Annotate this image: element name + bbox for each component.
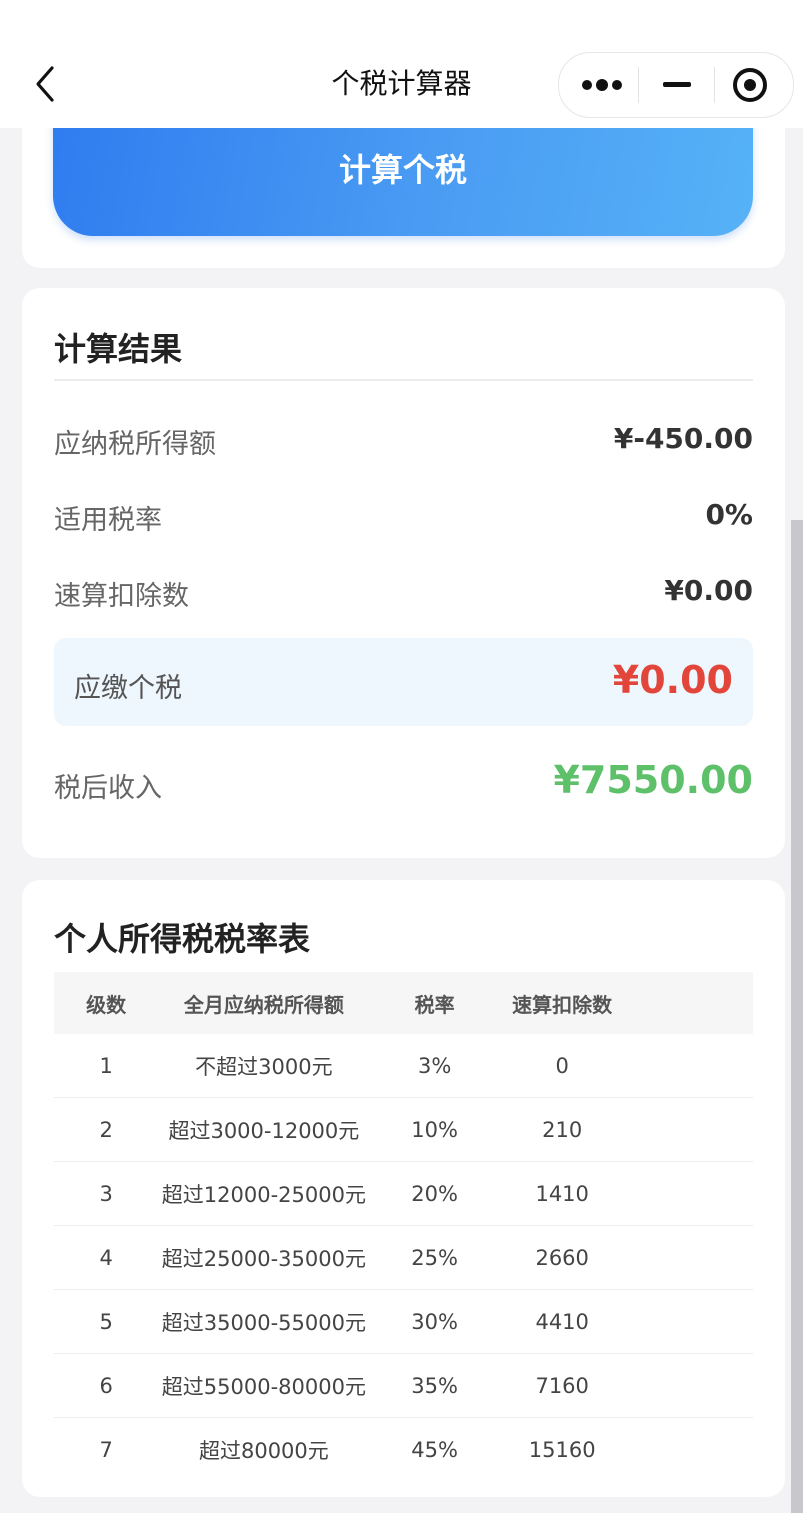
header-rate: 税率 bbox=[369, 972, 500, 1034]
cell-empty bbox=[624, 1225, 753, 1290]
rate-table-card: 个人所得税税率表 级数 全月应纳税所得额 税率 速算扣除数 1 不超过3000元… bbox=[22, 880, 785, 1497]
table-header-row: 级数 全月应纳税所得额 税率 速算扣除数 bbox=[54, 972, 753, 1034]
cell-range: 不超过3000元 bbox=[158, 1034, 370, 1098]
table-row: 2 超过3000-12000元 10% 210 bbox=[54, 1097, 753, 1162]
tax-rate-label: 适用税率 bbox=[54, 505, 162, 536]
table-row: 1 不超过3000元 3% 0 bbox=[54, 1034, 753, 1098]
mini-program-capsule bbox=[558, 52, 794, 118]
more-dots-icon bbox=[582, 79, 622, 91]
rate-table-title: 个人所得税税率表 bbox=[54, 920, 311, 958]
header-empty bbox=[624, 972, 753, 1034]
header-income-range: 全月应纳税所得额 bbox=[158, 972, 370, 1034]
header-level: 级数 bbox=[54, 972, 159, 1034]
quick-deduction-label: 速算扣除数 bbox=[54, 581, 189, 612]
tax-due-value: ¥0.00 bbox=[612, 658, 733, 702]
minimize-button[interactable] bbox=[639, 53, 717, 117]
cell-range: 超过35000-55000元 bbox=[158, 1289, 370, 1354]
header-deduction: 速算扣除数 bbox=[499, 972, 625, 1034]
table-row: 6 超过55000-80000元 35% 7160 bbox=[54, 1353, 753, 1418]
tax-due-label: 应缴个税 bbox=[74, 673, 182, 704]
cell-level: 7 bbox=[99, 1437, 113, 1462]
cell-rate: 10% bbox=[369, 1097, 500, 1162]
table-row: 4 超过25000-35000元 25% 2660 bbox=[54, 1225, 753, 1290]
cell-deduction: 0 bbox=[499, 1034, 625, 1098]
net-income-value: ¥7550.00 bbox=[553, 758, 753, 802]
cell-empty bbox=[625, 1418, 753, 1482]
cell-range: 超过25000-35000元 bbox=[158, 1225, 370, 1290]
cell-rate: 25% bbox=[369, 1225, 500, 1290]
cell-level: 3 bbox=[54, 1161, 159, 1226]
close-miniprogram-button[interactable] bbox=[715, 53, 793, 117]
taxable-income-label: 应纳税所得额 bbox=[54, 429, 216, 460]
quick-deduction-value: ¥0.00 bbox=[664, 574, 753, 607]
cell-rate: 30% bbox=[369, 1289, 500, 1354]
cell-rate: 3% bbox=[369, 1034, 500, 1098]
cell-level: 5 bbox=[54, 1289, 159, 1354]
net-income-label: 税后收入 bbox=[54, 773, 162, 804]
cell-level: 1 bbox=[54, 1034, 159, 1098]
table-row: 3 超过12000-25000元 20% 1410 bbox=[54, 1161, 753, 1226]
result-divider bbox=[54, 379, 753, 381]
table-row: 5 超过35000-55000元 30% 4410 bbox=[54, 1289, 753, 1354]
cell-range: 超过55000-80000元 bbox=[158, 1353, 370, 1418]
cell-level: 2 bbox=[54, 1097, 159, 1162]
cell-range: 超过12000-25000元 bbox=[158, 1161, 370, 1226]
more-button[interactable] bbox=[559, 53, 637, 117]
cell-range: 超过80000元 bbox=[198, 1438, 329, 1463]
tax-rate-value: 0% bbox=[705, 498, 753, 531]
minimize-icon bbox=[663, 82, 691, 87]
cell-level: 4 bbox=[54, 1225, 159, 1290]
cell-empty bbox=[624, 1097, 753, 1162]
tax-rate-table: 级数 全月应纳税所得额 税率 速算扣除数 1 不超过3000元 3% 0 2 超… bbox=[54, 972, 753, 1481]
cell-empty bbox=[624, 1289, 753, 1354]
app-root: 个税计算器 计算个税 计算结果 应纳税所得额 ¥-450.00 适用税率 0% … bbox=[0, 0, 803, 1513]
cell-range: 超过3000-12000元 bbox=[158, 1097, 370, 1162]
taxable-income-value: ¥-450.00 bbox=[613, 422, 753, 455]
cell-deduction: 4410 bbox=[499, 1289, 625, 1354]
cell-empty bbox=[624, 1353, 753, 1418]
tax-due-box: 应缴个税 ¥0.00 bbox=[54, 638, 753, 726]
cell-empty bbox=[624, 1034, 753, 1098]
cell-deduction: 7160 bbox=[499, 1353, 625, 1418]
cell-empty bbox=[624, 1161, 753, 1226]
cell-rate: 35% bbox=[369, 1353, 500, 1418]
navigation-bar: 个税计算器 bbox=[0, 0, 803, 128]
result-card: 计算结果 应纳税所得额 ¥-450.00 适用税率 0% 速算扣除数 ¥0.00… bbox=[22, 288, 785, 858]
target-close-icon bbox=[733, 68, 767, 102]
page-scrollbar[interactable] bbox=[791, 520, 803, 1513]
table-row: 7 超过80000元 45% 15160 bbox=[54, 1418, 753, 1482]
cell-deduction: 1410 bbox=[499, 1161, 625, 1226]
cell-rate: 20% bbox=[369, 1161, 500, 1226]
cell-deduction: 2660 bbox=[499, 1225, 625, 1290]
cell-deduction: 210 bbox=[499, 1097, 625, 1162]
cell-level: 6 bbox=[54, 1353, 159, 1418]
cell-rate: 45% bbox=[411, 1437, 458, 1462]
cell-deduction: 15160 bbox=[528, 1437, 596, 1462]
result-title: 计算结果 bbox=[54, 330, 183, 368]
